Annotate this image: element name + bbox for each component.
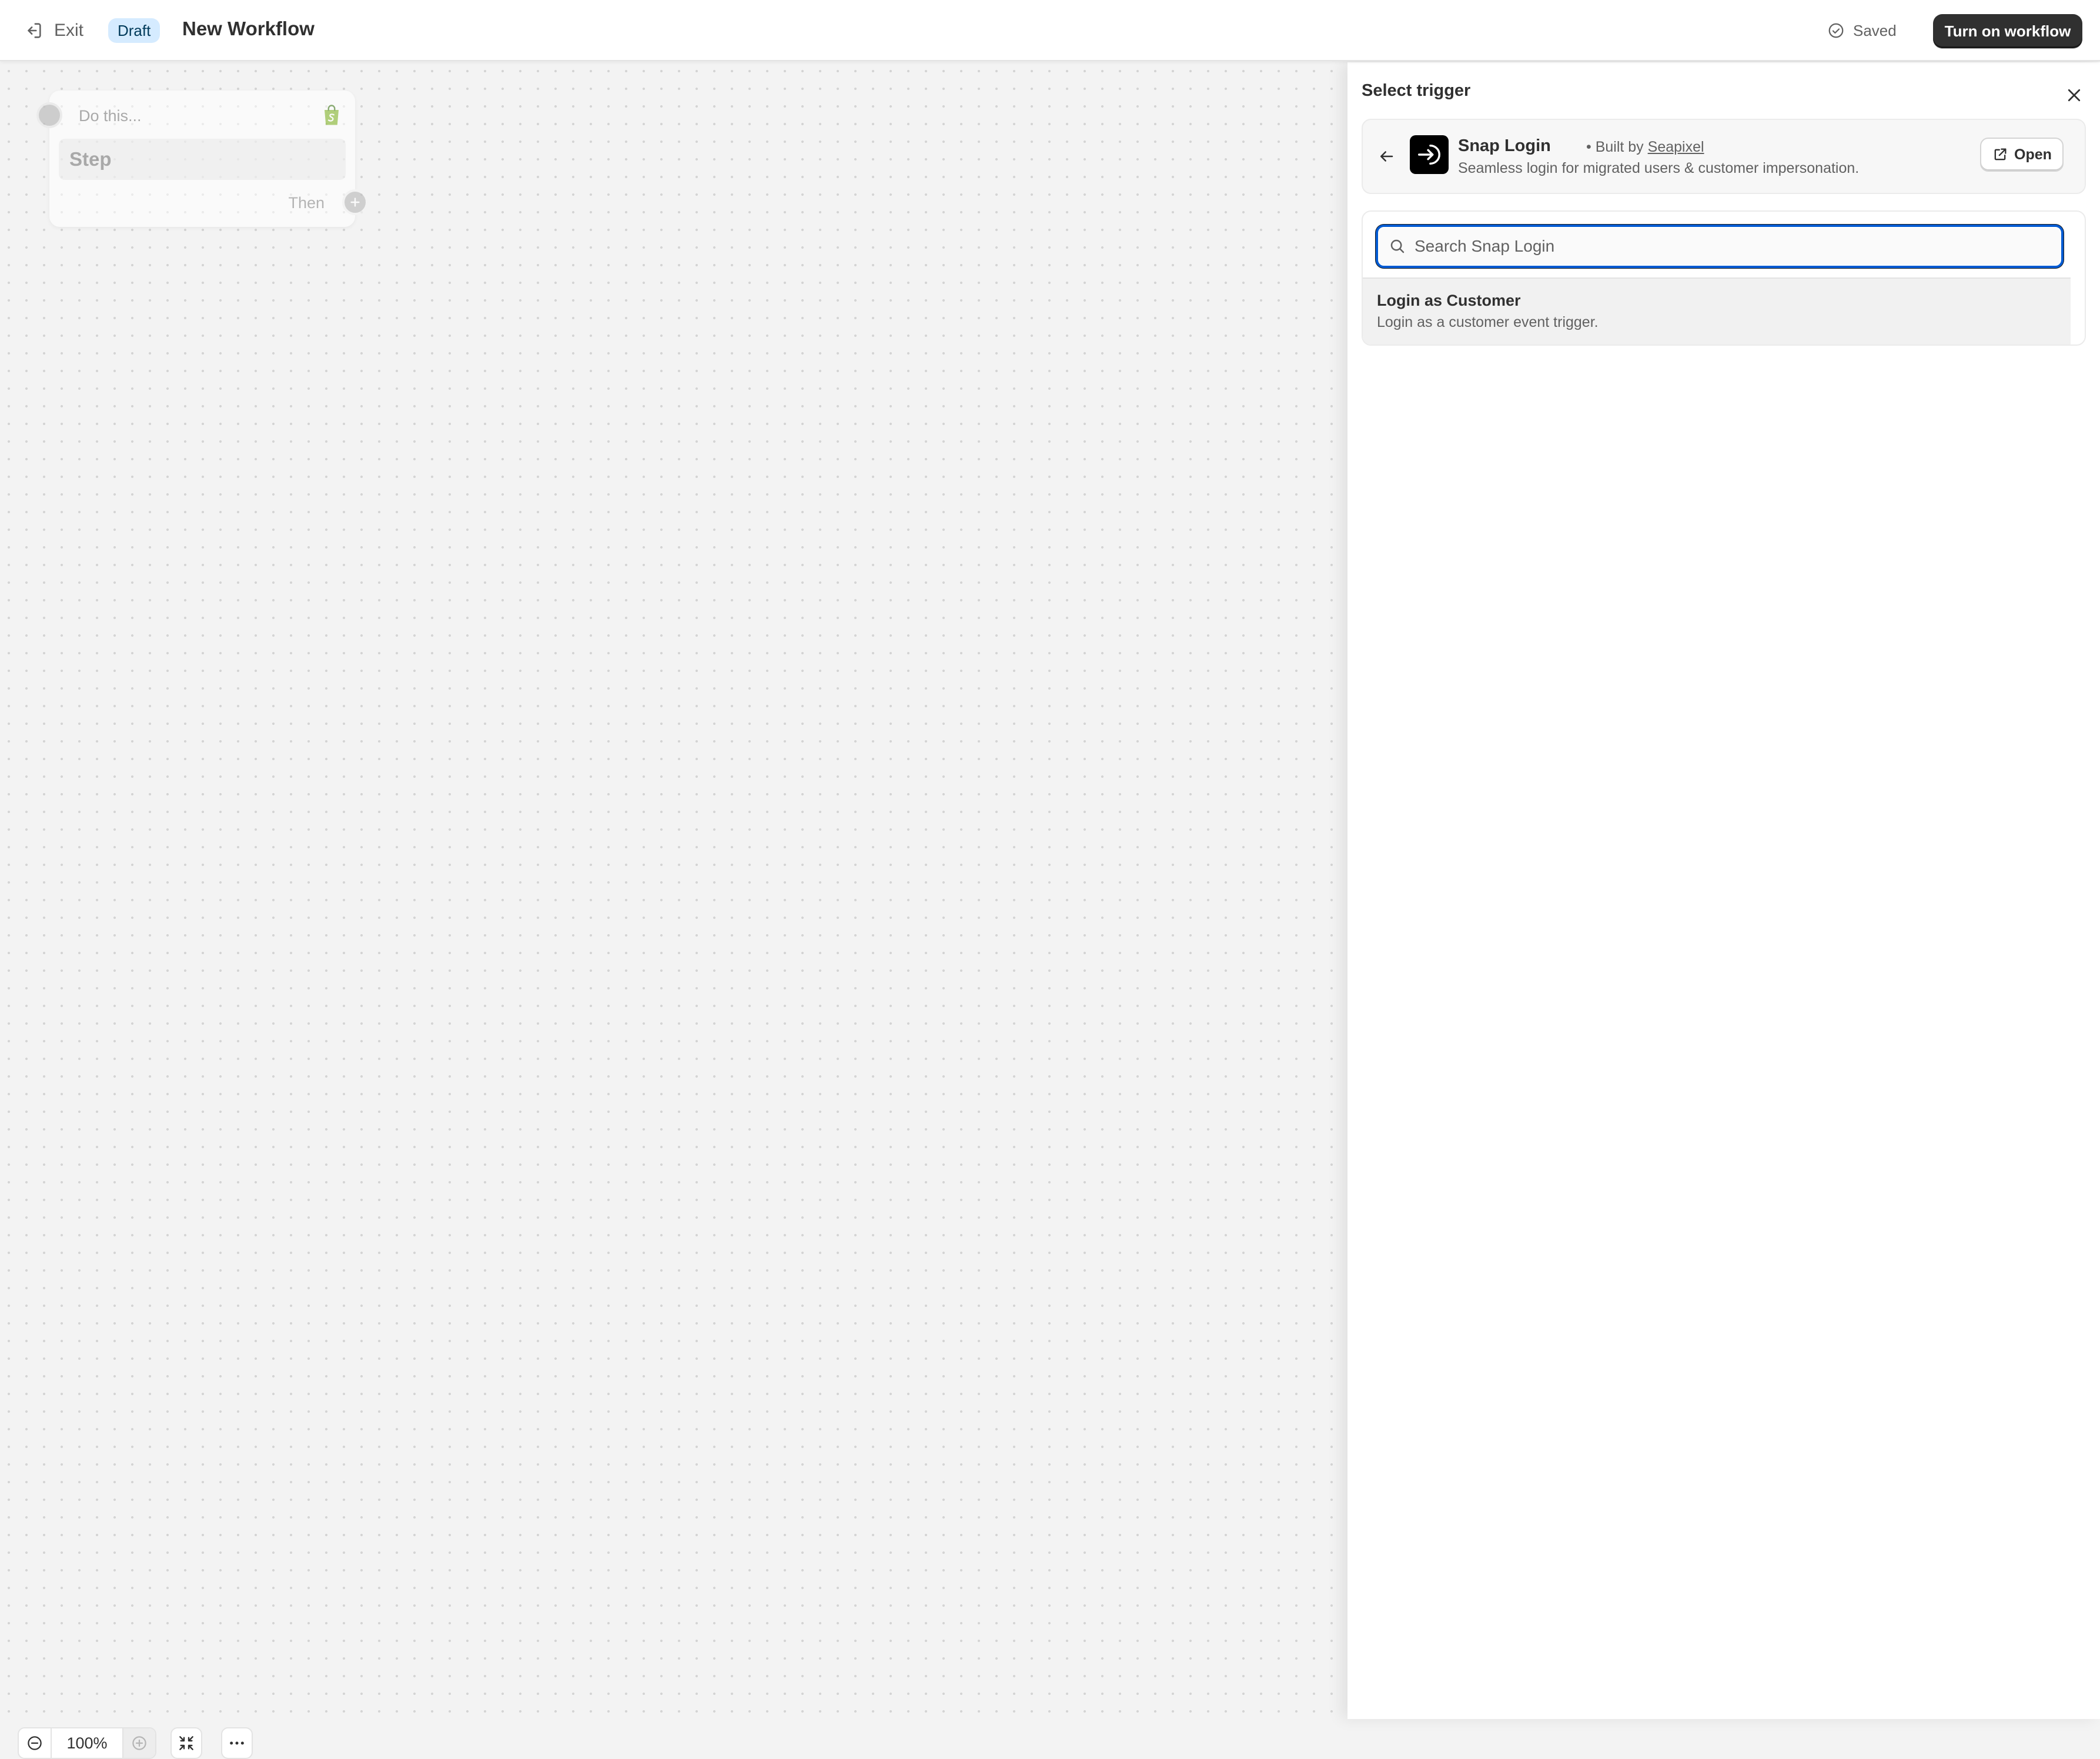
app-logo [1410,135,1449,174]
page-title: New Workflow [182,18,315,39]
zoom-level[interactable]: 100% [51,1728,123,1758]
trigger-list-item[interactable]: Login as Customer Login as a customer ev… [1363,277,2071,345]
more-options-button[interactable] [221,1727,253,1759]
zoom-controls: 100% [18,1727,253,1759]
workflow-canvas[interactable]: Do this... Step Then 100% [0,62,1347,1759]
node-label: Do this... [79,107,142,125]
exit-label: Exit [54,21,84,40]
trigger-title: Login as Customer [1377,292,1521,309]
select-trigger-panel: Select trigger Snap Login • Built by Sea… [1347,62,2100,1719]
open-label: Open [2014,146,2052,163]
search-field[interactable] [1376,225,2064,268]
trigger-description: Login as a customer event trigger. [1377,314,1599,330]
shopify-bag-icon [325,105,339,125]
node-connector-dot[interactable] [36,102,62,128]
open-app-button[interactable]: Open [1980,138,2064,172]
node-step-placeholder[interactable]: Step [59,139,346,180]
node-then-label: Then [288,194,325,212]
check-circle-icon [1828,23,1844,38]
saved-status: Saved [1827,18,1897,44]
workflow-node[interactable]: Do this... Step Then [36,91,368,227]
external-link-icon [1994,148,2007,160]
login-arrow-icon [1418,144,1440,165]
more-horizontal-icon [230,1741,244,1745]
fit-view-button[interactable] [170,1727,202,1759]
zoom-out-button[interactable] [19,1728,51,1758]
top-bar: Exit Draft New Workflow Saved Turn on wo… [0,0,2100,61]
app-card: Snap Login • Built by Seapixel Seamless … [1362,119,2086,194]
search-input[interactable] [1415,227,2061,266]
plus-icon [350,198,360,207]
arrow-left-icon [1380,151,1393,162]
developer-link[interactable]: Seapixel [1648,139,1704,155]
saved-label: Saved [1853,21,1897,39]
status-badge: Draft [108,18,160,43]
collapse-arrows-icon [179,1736,193,1750]
panel-title: Select trigger [1362,81,1471,100]
trigger-search-card: Login as Customer Login as a customer ev… [1362,210,2086,346]
close-icon [2068,89,2081,102]
app-name: Snap Login [1458,136,1551,155]
zoom-in-button[interactable] [123,1728,155,1758]
exit-icon [28,23,41,38]
close-panel-button[interactable] [2062,83,2086,107]
zoom-group: 100% [18,1727,156,1759]
zoom-in-icon [132,1736,146,1750]
back-button[interactable] [1373,143,1399,169]
turn-on-workflow-button[interactable]: Turn on workflow [1933,14,2082,48]
app-built-by: • Built by Seapixel [1586,139,1704,156]
exit-button[interactable]: Exit [24,16,83,45]
built-by-prefix: • Built by [1586,139,1644,155]
search-icon [1390,239,1405,253]
app-description: Seamless login for migrated users & cust… [1458,160,1860,176]
add-step-button[interactable] [342,189,368,215]
zoom-out-icon [28,1736,42,1750]
